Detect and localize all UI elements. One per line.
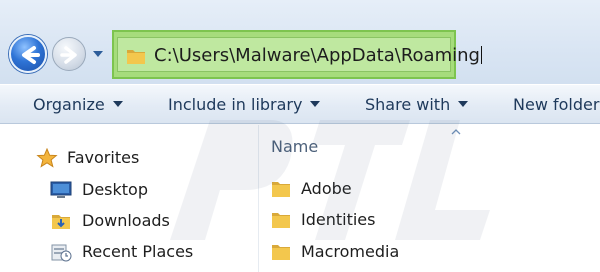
organize-menu-button[interactable]: Organize — [33, 96, 123, 114]
address-bar[interactable]: C:\Users\Malware\AppData\Roaming — [112, 30, 482, 79]
dropdown-arrow-icon — [112, 101, 123, 107]
folder-icon — [272, 245, 290, 260]
command-bar: Organize Include in library Share with N… — [0, 84, 600, 124]
forward-button[interactable] — [52, 37, 86, 71]
sort-ascending-icon — [451, 129, 461, 135]
desktop-icon — [50, 181, 72, 198]
address-field[interactable]: C:\Users\Malware\AppData\Roaming — [117, 37, 482, 72]
folder-icon — [272, 213, 290, 228]
organize-label: Organize — [33, 95, 105, 114]
share-with-button[interactable]: Share with — [365, 95, 469, 114]
folder-name: Adobe — [301, 179, 352, 198]
navigation-bar: C:\Users\Malware\AppData\Roaming — [0, 0, 600, 84]
downloads-label: Downloads — [82, 211, 170, 230]
address-path[interactable]: C:\Users\Malware\AppData\Roaming — [154, 46, 482, 66]
include-in-library-button[interactable]: Include in library — [168, 95, 321, 114]
new-folder-label: New folder — [513, 95, 600, 114]
desktop-label: Desktop — [82, 180, 148, 199]
back-arrow-icon — [22, 46, 40, 64]
folder-icon — [272, 182, 290, 197]
dropdown-arrow-icon — [458, 101, 469, 107]
new-folder-button[interactable]: New folder — [513, 96, 599, 114]
text-caret — [480, 46, 482, 64]
recent-pages-dropdown[interactable] — [92, 49, 104, 59]
folder-name: Macromedia — [301, 242, 400, 261]
recent-places-label: Recent Places — [82, 242, 194, 261]
forward-arrow-icon — [60, 46, 77, 64]
star-icon — [36, 148, 58, 168]
navigation-pane: Favorites Desktop Downloads Recent Place… — [0, 125, 258, 272]
recent-places-icon — [51, 244, 72, 262]
dropdown-arrow-icon — [310, 101, 321, 107]
include-in-library-label: Include in library — [168, 95, 303, 114]
column-header-name[interactable]: Name — [271, 137, 318, 156]
favorites-label: Favorites — [67, 148, 140, 167]
back-button[interactable] — [9, 35, 47, 73]
file-list: Name Adobe Identities Macromedia — [259, 125, 600, 272]
downloads-icon — [52, 215, 70, 229]
folder-name: Identities — [301, 210, 376, 229]
share-with-label: Share with — [365, 95, 451, 114]
folder-icon — [127, 50, 145, 64]
